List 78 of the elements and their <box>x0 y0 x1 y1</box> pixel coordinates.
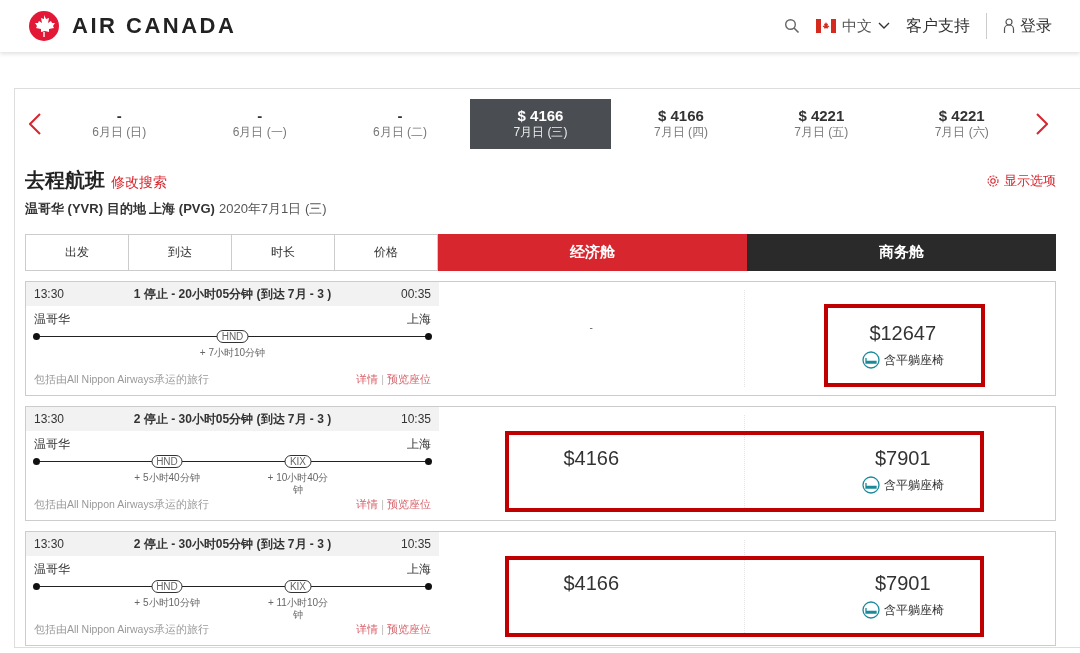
operator-note: 包括由All Nippon Airways承运的旅行 <box>34 623 209 637</box>
flight-summary: 2 停止 - 30小时05分钟 (到达 7月 - 3 ) <box>133 410 332 428</box>
travel-date: 2020年7月1日 (三) <box>218 200 327 218</box>
login-link[interactable]: 登录 <box>1003 15 1052 37</box>
person-icon <box>1003 18 1015 34</box>
destination-city: 上海 <box>407 561 431 578</box>
layover-time: + 5小时40分钟 <box>133 472 201 484</box>
arrival-time: 10:35 <box>400 412 431 426</box>
link-separator: | <box>381 373 384 387</box>
section-title: 去程航班 <box>25 168 105 193</box>
details-link[interactable]: 详情 <box>356 623 379 637</box>
flight-summary: 1 停止 - 20小时05分钟 (到达 7月 - 3 ) <box>133 285 332 303</box>
stop-airport: HND <box>216 330 249 343</box>
stop-airport: HND <box>151 580 183 593</box>
origin-city: 温哥华 <box>34 311 70 328</box>
display-options-link[interactable]: 显示选项 <box>986 171 1056 190</box>
fare-price[interactable]: $4166 <box>563 572 620 595</box>
arrival-time: 10:35 <box>400 537 431 551</box>
flight-card[interactable]: 13:30 2 停止 - 30小时05分钟 (到达 7月 - 3 ) 10:35 温哥华 上海 HND + 5小时40分钟 KIX + 10小时40分钟 包括由All Nippon Airways承运的旅行 详情 | 预览座位 $4166 $7901 含平躺座椅 <box>25 406 1056 521</box>
date-tab[interactable]: - 6月日 (日) <box>49 99 190 149</box>
departure-time: 13:30 <box>34 537 65 551</box>
seat-preview-link[interactable]: 预览座位 <box>387 498 431 512</box>
date-tab[interactable]: $ 4166 7月日 (四) <box>610 99 752 149</box>
flat-bed-icon <box>861 601 880 619</box>
flight-summary: 2 停止 - 30小时05分钟 (到达 7月 - 3 ) <box>133 535 332 553</box>
flight-card[interactable]: 13:30 1 停止 - 20小时05分钟 (到达 7月 - 3 ) 00:35 温哥华 上海 HND + 7小时10分钟 包括由All Nippon Airways承运的旅行 详情 | 预览座位 - $12647 含平躺座椅 <box>25 281 1056 396</box>
seat-preview-link[interactable]: 预览座位 <box>387 623 431 637</box>
cabin-header: 经济舱 <box>438 234 747 271</box>
departure-time: 13:30 <box>34 287 65 301</box>
operator-note: 包括由All Nippon Airways承运的旅行 <box>34 498 209 512</box>
seat-preview-link[interactable]: 预览座位 <box>387 373 431 387</box>
flat-bed-icon <box>861 476 880 494</box>
fare-price[interactable]: $7901 <box>874 447 931 470</box>
layover-time: + 5小时10分钟 <box>133 597 201 609</box>
link-separator: | <box>381 623 384 637</box>
cabin-header: 商务舱 <box>747 234 1056 271</box>
fare-price[interactable]: $7901 <box>874 572 931 595</box>
departure-time: 13:30 <box>34 412 65 426</box>
layover-time: + 11小时10分钟 <box>266 597 330 621</box>
link-separator: | <box>381 498 384 512</box>
lie-flat-note: 含平躺座椅 <box>883 476 944 494</box>
search-icon[interactable] <box>784 18 800 34</box>
stop-airport: KIX <box>284 580 312 593</box>
route-text: 温哥华 (YVR) 目的地 上海 (PVG) <box>25 200 215 218</box>
layover-time: + 10小时40分钟 <box>266 472 330 496</box>
flat-bed-icon <box>861 351 880 369</box>
chevron-right-icon <box>1035 113 1048 135</box>
details-link[interactable]: 详情 <box>356 373 379 387</box>
date-tab[interactable]: $ 4221 7月日 (五) <box>751 99 892 149</box>
date-tab[interactable]: - 6月日 (一) <box>189 99 330 149</box>
origin-city: 温哥华 <box>34 561 70 578</box>
date-tab[interactable]: $ 4166 7月日 (三) <box>470 99 611 149</box>
lie-flat-note: 含平躺座椅 <box>883 351 944 369</box>
flight-card[interactable]: 13:30 2 停止 - 30小时05分钟 (到达 7月 - 3 ) 10:35 温哥华 上海 HND + 5小时10分钟 KIX + 11小时10分钟 包括由All Nippon Airways承运的旅行 详情 | 预览座位 $4166 $7901 含平躺座椅 <box>25 531 1056 646</box>
lie-flat-note: 含平躺座椅 <box>883 601 944 619</box>
layover-time: + 7小时10分钟 <box>199 347 266 359</box>
operator-note: 包括由All Nippon Airways承运的旅行 <box>34 373 209 387</box>
modify-search-link[interactable]: 修改搜索 <box>111 174 167 192</box>
fare-price[interactable]: - <box>589 322 593 333</box>
stop-airport: KIX <box>284 455 312 468</box>
brand-name: AIR CANADA <box>72 13 237 39</box>
fare-price[interactable]: $4166 <box>563 447 620 470</box>
chevron-left-icon <box>29 113 41 135</box>
chevron-down-icon <box>878 22 890 30</box>
details-link[interactable]: 详情 <box>356 498 379 512</box>
support-link[interactable]: 客户支持 <box>906 15 970 37</box>
date-tab[interactable]: - 6月日 (二) <box>329 99 471 149</box>
destination-city: 上海 <box>407 311 431 328</box>
destination-city: 上海 <box>407 436 431 453</box>
stop-airport: HND <box>151 455 183 468</box>
maple-leaf-logo-icon[interactable] <box>28 10 60 42</box>
gear-icon <box>986 173 1000 188</box>
origin-city: 温哥华 <box>34 436 70 453</box>
date-tab[interactable]: $ 4221 7月日 (六) <box>891 99 1032 149</box>
canada-flag-icon <box>816 19 836 33</box>
language-selector[interactable]: 中文 <box>816 16 890 36</box>
fare-price[interactable]: $12647 <box>869 322 937 345</box>
arrival-time: 00:35 <box>400 287 431 301</box>
